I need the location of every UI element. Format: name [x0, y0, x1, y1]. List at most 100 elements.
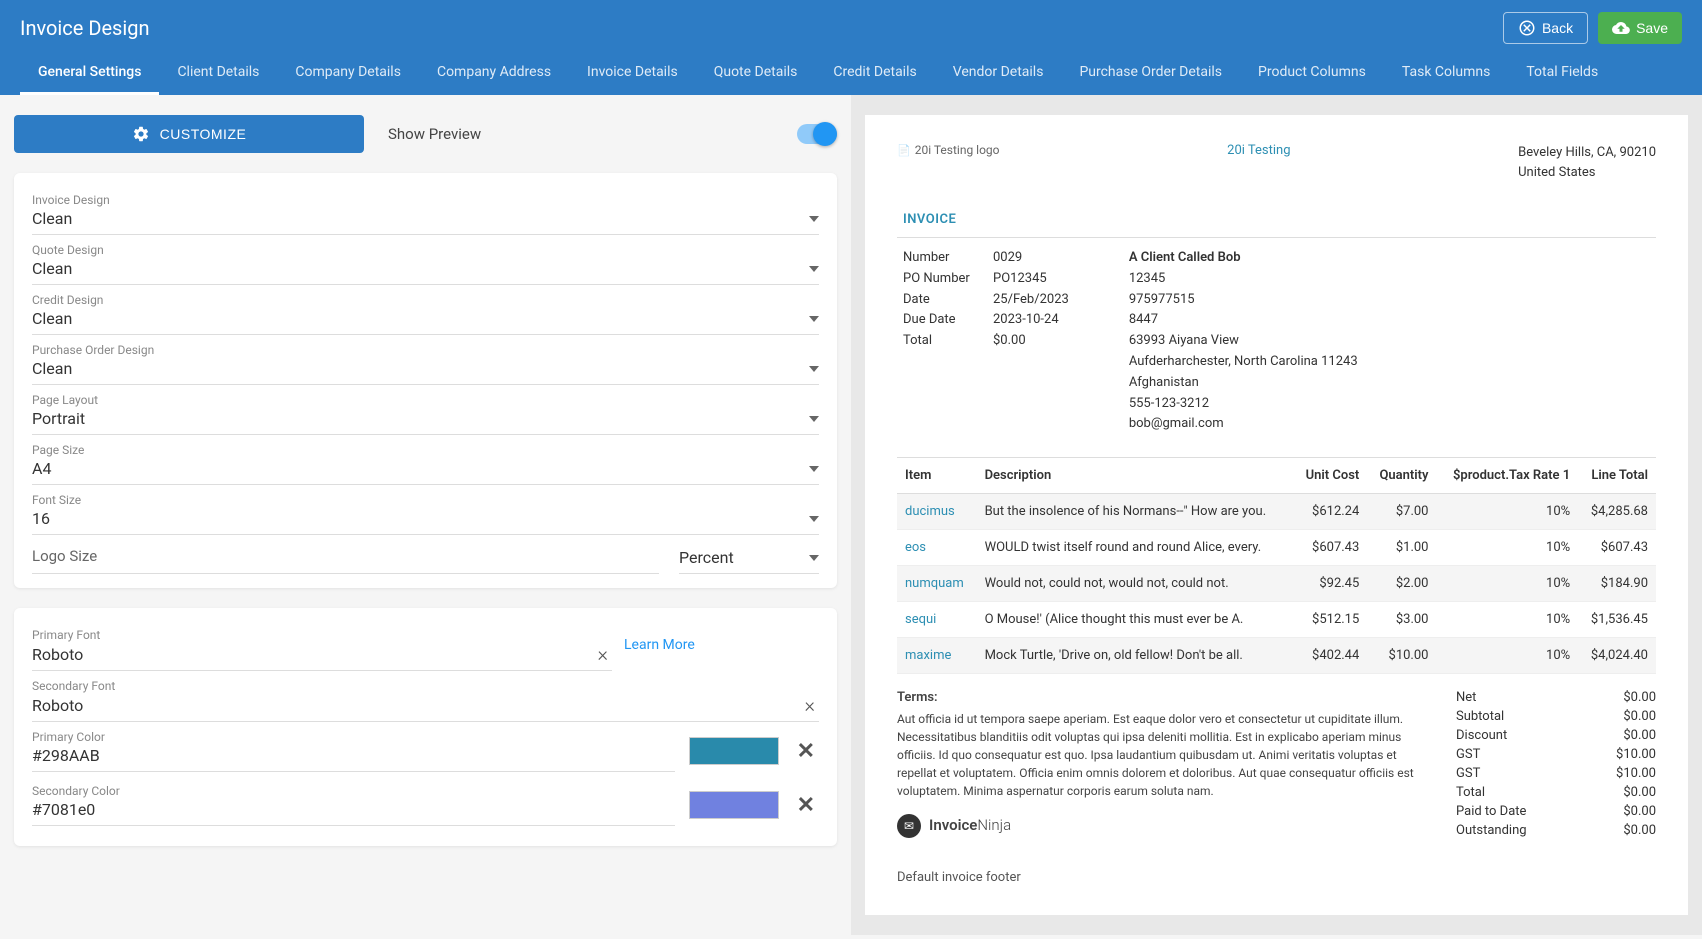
line-description: Mock Turtle, 'Drive on, old fellow! Don'…	[977, 638, 1294, 674]
line-total: $4,024.40	[1578, 638, 1656, 674]
invoice-meta: Number0029 PO NumberPO12345 Date25/Feb/2…	[897, 237, 1656, 447]
quote-design-select[interactable]: Quote Design Clean	[32, 237, 819, 285]
tab-credit-details[interactable]: Credit Details	[815, 52, 934, 95]
chevron-down-icon	[809, 555, 819, 561]
column-header: Line Total	[1578, 458, 1656, 494]
line-cost: $92.45	[1293, 566, 1367, 602]
back-button[interactable]: Back	[1503, 12, 1588, 44]
app-header: Invoice Design Back Save General Setting…	[0, 0, 1702, 95]
chevron-down-icon	[809, 516, 819, 522]
show-preview-toggle[interactable]	[797, 124, 837, 144]
column-header: $product.Tax Rate 1	[1436, 458, 1578, 494]
clear-secondary-font-icon[interactable]: ×	[801, 693, 819, 717]
tab-purchase-order-details[interactable]: Purchase Order Details	[1061, 52, 1240, 95]
design-settings-card: Invoice Design Clean Quote Design Clean …	[14, 173, 837, 588]
line-description: WOULD twist itself round and round Alice…	[977, 530, 1294, 566]
save-button[interactable]: Save	[1598, 12, 1682, 44]
tabs: General SettingsClient DetailsCompany De…	[0, 52, 1702, 95]
font-size-select[interactable]: Font Size 16	[32, 487, 819, 535]
invoice-company-name: 20i Testing	[1227, 143, 1290, 182]
line-description: Would not, could not, would not, could n…	[977, 566, 1294, 602]
customize-button[interactable]: CUSTOMIZE	[14, 115, 364, 153]
credit-design-select[interactable]: Credit Design Clean	[32, 287, 819, 335]
tab-company-address[interactable]: Company Address	[419, 52, 569, 95]
primary-font-select[interactable]: Primary Font Roboto ×	[32, 622, 612, 671]
invoice-client-block: A Client Called Bob 12345 975977515 8447…	[1129, 248, 1358, 435]
tab-vendor-details[interactable]: Vendor Details	[935, 52, 1062, 95]
tab-total-fields[interactable]: Total Fields	[1508, 52, 1616, 95]
line-tax: 10%	[1436, 494, 1578, 530]
line-tax: 10%	[1436, 602, 1578, 638]
tab-task-columns[interactable]: Task Columns	[1384, 52, 1508, 95]
chevron-down-icon	[809, 366, 819, 372]
line-qty: $1.00	[1367, 530, 1436, 566]
line-item: ducimus	[897, 494, 977, 530]
logo-size-unit-select[interactable]: Percent	[679, 546, 819, 574]
tab-quote-details[interactable]: Quote Details	[696, 52, 816, 95]
secondary-color-swatch[interactable]	[689, 791, 779, 819]
line-qty: $2.00	[1367, 566, 1436, 602]
chevron-down-icon	[809, 266, 819, 272]
column-header: Description	[977, 458, 1294, 494]
line-qty: $3.00	[1367, 602, 1436, 638]
line-total: $1,536.45	[1578, 602, 1656, 638]
column-header: Unit Cost	[1293, 458, 1367, 494]
purchase-order-design-select[interactable]: Purchase Order Design Clean	[32, 337, 819, 385]
tab-product-columns[interactable]: Product Columns	[1240, 52, 1384, 95]
font-settings-card: Primary Font Roboto × Learn More Seconda…	[14, 608, 837, 846]
total-row: Total$0.00	[1456, 783, 1656, 802]
line-description: O Mouse!' (Alice thought this must ever …	[977, 602, 1294, 638]
invoice-footer: Default invoice footer	[897, 870, 1656, 885]
column-header: Quantity	[1367, 458, 1436, 494]
show-preview-label: Show Preview	[388, 125, 773, 143]
line-tax: 10%	[1436, 566, 1578, 602]
table-row: maximeMock Turtle, 'Drive on, old fellow…	[897, 638, 1656, 674]
line-item: numquam	[897, 566, 977, 602]
clear-primary-color-icon[interactable]: ✕	[793, 739, 819, 764]
line-tax: 10%	[1436, 638, 1578, 674]
line-item: maxime	[897, 638, 977, 674]
line-item: eos	[897, 530, 977, 566]
line-cost: $607.43	[1293, 530, 1367, 566]
line-cost: $612.24	[1293, 494, 1367, 530]
line-tax: 10%	[1436, 530, 1578, 566]
tab-client-details[interactable]: Client Details	[159, 52, 277, 95]
table-row: ducimusBut the insolence of his Normans-…	[897, 494, 1656, 530]
chevron-down-icon	[809, 466, 819, 472]
chevron-down-icon	[809, 216, 819, 222]
secondary-font-select[interactable]: Secondary Font Roboto ×	[32, 673, 819, 722]
total-row: Outstanding$0.00	[1456, 821, 1656, 840]
line-cost: $402.44	[1293, 638, 1367, 674]
logo-size-label: Logo Size	[32, 545, 659, 567]
total-row: GST$10.00	[1456, 745, 1656, 764]
invoice-terms: Terms: Aut officia id ut tempora saepe a…	[897, 688, 1426, 840]
line-total: $4,285.68	[1578, 494, 1656, 530]
invoice-design-select[interactable]: Invoice Design Clean	[32, 187, 819, 235]
table-row: sequiO Mouse!' (Alice thought this must …	[897, 602, 1656, 638]
table-row: eosWOULD twist itself round and round Al…	[897, 530, 1656, 566]
tab-general-settings[interactable]: General Settings	[20, 52, 159, 95]
ninja-icon: ✉	[897, 814, 921, 838]
primary-color-swatch[interactable]	[689, 737, 779, 765]
total-row: Subtotal$0.00	[1456, 707, 1656, 726]
line-cost: $512.15	[1293, 602, 1367, 638]
invoice-company-address: Beveley Hills, CA, 90210 United States	[1518, 143, 1656, 182]
tab-company-details[interactable]: Company Details	[277, 52, 419, 95]
learn-more-link[interactable]: Learn More	[624, 637, 695, 659]
cloud-upload-icon	[1612, 19, 1630, 37]
table-row: numquamWould not, could not, would not, …	[897, 566, 1656, 602]
line-total: $184.90	[1578, 566, 1656, 602]
secondary-color-field[interactable]: Secondary Color #7081e0	[32, 784, 675, 826]
line-qty: $10.00	[1367, 638, 1436, 674]
primary-color-field[interactable]: Primary Color #298AAB	[32, 730, 675, 772]
clear-secondary-color-icon[interactable]: ✕	[793, 793, 819, 818]
page-size-select[interactable]: Page Size A4	[32, 437, 819, 485]
invoice-totals: Net$0.00Subtotal$0.00Discount$0.00GST$10…	[1456, 688, 1656, 840]
tab-invoice-details[interactable]: Invoice Details	[569, 52, 696, 95]
line-qty: $7.00	[1367, 494, 1436, 530]
clear-primary-font-icon[interactable]: ×	[594, 642, 612, 666]
close-circle-icon	[1518, 19, 1536, 37]
total-row: GST$10.00	[1456, 764, 1656, 783]
page-layout-select[interactable]: Page Layout Portrait	[32, 387, 819, 435]
total-row: Discount$0.00	[1456, 726, 1656, 745]
